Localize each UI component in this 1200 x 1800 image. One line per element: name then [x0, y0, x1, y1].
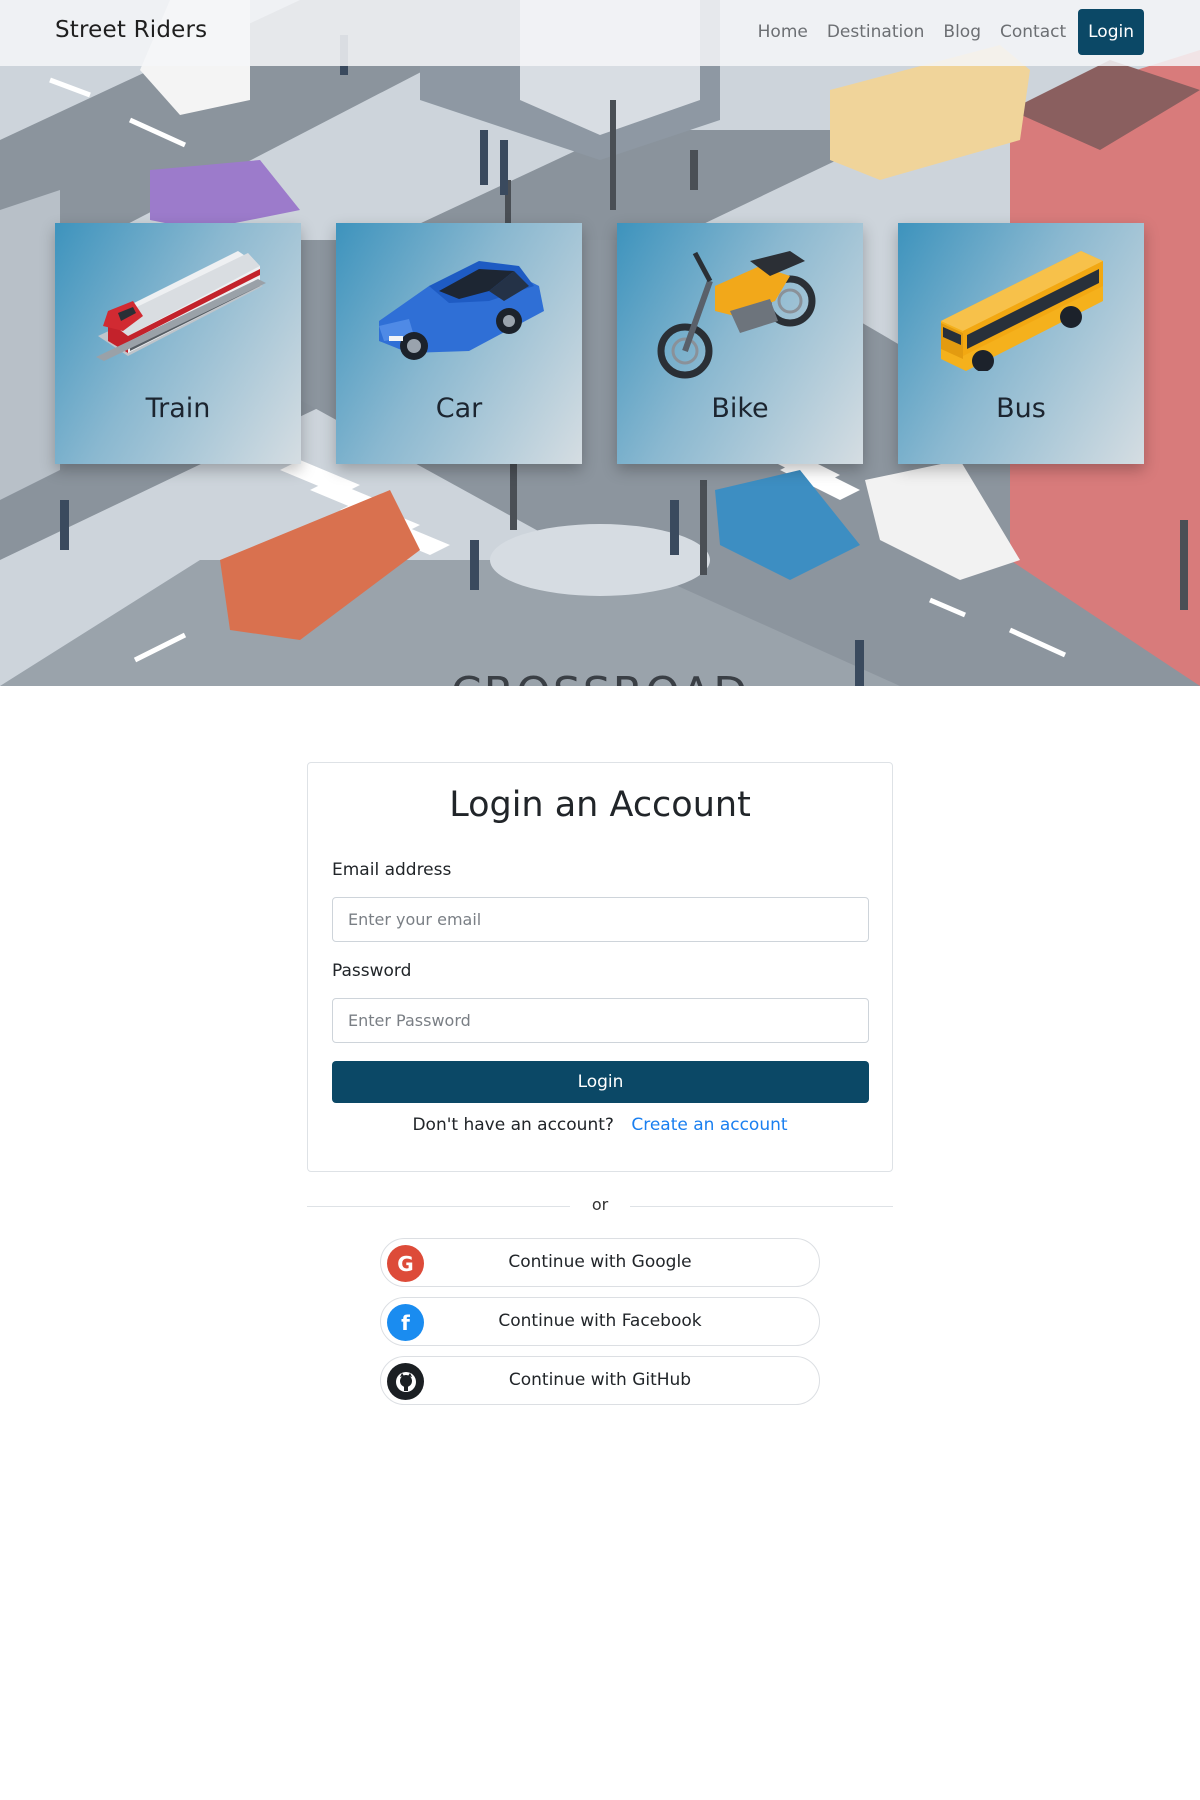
- divider-text: or: [591, 1195, 609, 1214]
- train-icon: [96, 251, 266, 361]
- signup-row: Don't have an account? Create an account: [308, 1115, 892, 1135]
- car-icon: [379, 261, 544, 360]
- bike-icon: [657, 251, 816, 379]
- hero-banner: CROSSROAD Train Car: [0, 0, 1200, 686]
- github-login-button[interactable]: Continue with GitHub: [380, 1356, 820, 1405]
- create-account-link[interactable]: Create an account: [631, 1115, 787, 1135]
- facebook-login-button[interactable]: f Continue with Facebook: [380, 1297, 820, 1346]
- login-form: Login an Account Email address Password …: [307, 762, 893, 1172]
- google-login-label: Continue with Google: [508, 1252, 692, 1272]
- brand-logo[interactable]: Street Riders: [55, 17, 207, 43]
- transport-card-bike[interactable]: Bike: [617, 223, 863, 464]
- transport-card-bus[interactable]: Bus: [898, 223, 1144, 464]
- card-label: Train: [145, 393, 211, 424]
- transport-card-train[interactable]: Train: [55, 223, 301, 464]
- email-input[interactable]: [332, 897, 869, 942]
- bus-icon: [941, 251, 1103, 371]
- github-login-label: Continue with GitHub: [508, 1370, 692, 1390]
- signup-prompt: Don't have an account?: [412, 1115, 614, 1135]
- login-title: Login an Account: [449, 785, 751, 825]
- password-label: Password: [332, 961, 412, 981]
- facebook-login-label: Continue with Facebook: [498, 1311, 702, 1331]
- nav-login-button[interactable]: Login: [1078, 9, 1144, 55]
- password-input[interactable]: [332, 998, 869, 1043]
- transport-card-car[interactable]: Car: [336, 223, 582, 464]
- card-label: Bike: [711, 393, 769, 424]
- nav-link-blog[interactable]: Blog: [943, 22, 981, 42]
- crossroad-sign-text: CROSSROAD: [451, 668, 749, 686]
- top-navbar: Street Riders Home Destination Blog Cont…: [0, 0, 1200, 66]
- email-label: Email address: [332, 860, 452, 880]
- card-label: Car: [435, 393, 483, 424]
- divider-line-right: [630, 1206, 893, 1207]
- or-divider: or: [307, 1195, 893, 1219]
- nav-link-destination[interactable]: Destination: [827, 22, 925, 42]
- nav-link-contact[interactable]: Contact: [1000, 22, 1066, 42]
- nav-link-home[interactable]: Home: [758, 22, 808, 42]
- google-login-button[interactable]: G Continue with Google: [380, 1238, 820, 1287]
- card-label: Bus: [996, 393, 1046, 424]
- nav-links: Home Destination Blog Contact Login: [739, 9, 1144, 55]
- login-submit-button[interactable]: Login: [332, 1061, 869, 1103]
